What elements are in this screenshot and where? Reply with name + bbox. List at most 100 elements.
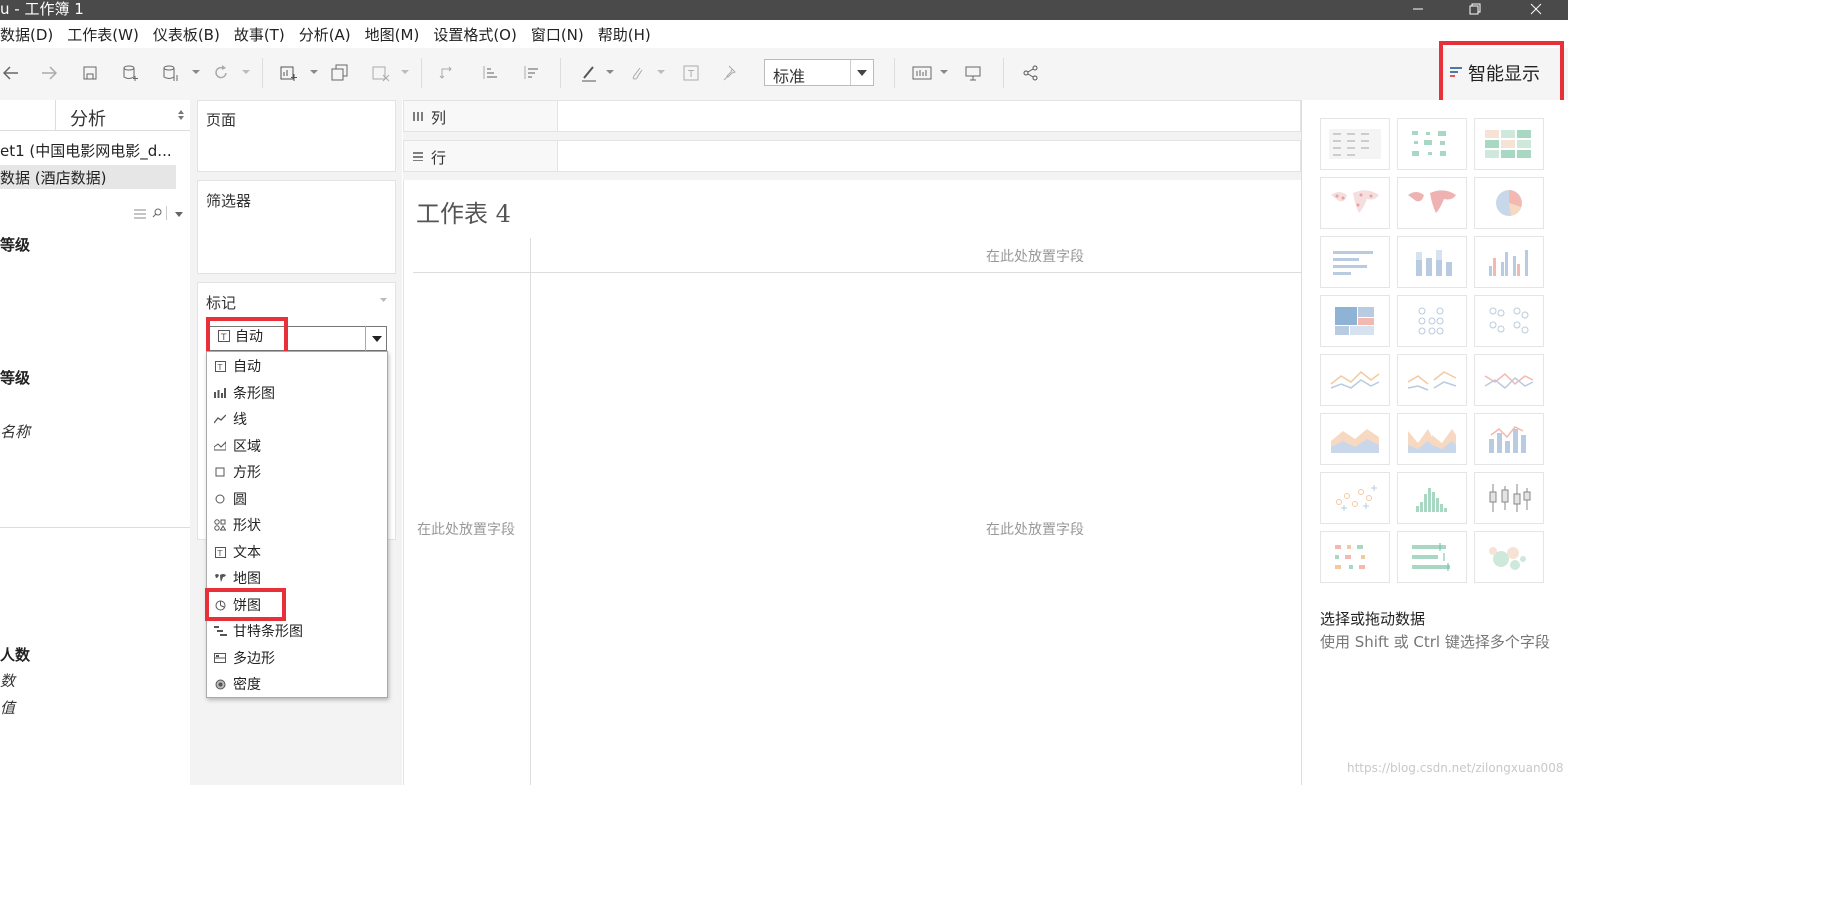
close-icon[interactable] <box>1516 0 1556 18</box>
share-icon[interactable] <box>1020 62 1042 84</box>
chart-option-symbol-map[interactable] <box>1320 177 1390 229</box>
worksheet-title[interactable]: 工作表 4 <box>416 194 511 229</box>
view-size-select[interactable]: 标准 <box>764 59 874 86</box>
mark-type-selected-highlight[interactable]: T 自动 <box>206 317 288 355</box>
chart-option-text-table[interactable] <box>1320 118 1390 170</box>
measure-field[interactable]: 值 <box>0 697 15 718</box>
chart-option-area-continuous[interactable] <box>1320 413 1390 465</box>
mark-option-density[interactable]: 密度 <box>213 671 261 697</box>
drop-zone-columns[interactable]: 在此处放置字段 <box>986 246 1084 266</box>
dimension-field[interactable]: 等级 <box>0 234 30 255</box>
dimension-field[interactable]: 名称 <box>0 421 30 442</box>
chart-option-bullet-graph[interactable] <box>1397 531 1467 583</box>
mark-option-polygon[interactable]: 多边形 <box>213 645 275 671</box>
menu-story[interactable]: 故事(T) <box>234 24 285 45</box>
duplicate-sheet-icon[interactable] <box>329 62 351 84</box>
menu-map[interactable]: 地图(M) <box>365 24 420 45</box>
chart-option-dual-combination[interactable] <box>1474 413 1544 465</box>
mark-option-text[interactable]: T 文本 <box>213 539 261 565</box>
search-icon[interactable] <box>152 208 162 218</box>
chart-option-dual-lines[interactable] <box>1474 354 1544 406</box>
mark-option-circle[interactable]: 圆 <box>213 486 247 512</box>
sort-ascending-icon[interactable] <box>479 62 501 84</box>
chart-option-box-plot[interactable] <box>1474 472 1544 524</box>
area-discrete-icon <box>1408 429 1456 453</box>
chart-option-side-by-side-circles[interactable] <box>1474 295 1544 347</box>
chevron-down-icon[interactable] <box>606 68 614 76</box>
menu-window[interactable]: 窗口(N) <box>531 24 584 45</box>
mark-option-auto[interactable]: T 自动 <box>213 353 261 379</box>
back-arrow-icon[interactable] <box>0 62 22 84</box>
save-icon[interactable] <box>79 62 101 84</box>
chevron-down-icon[interactable] <box>940 68 948 76</box>
menu-data[interactable]: 数据(D) <box>0 24 53 45</box>
chevron-down-icon[interactable] <box>242 68 250 76</box>
refresh-icon[interactable] <box>210 62 232 84</box>
view-list-icon[interactable] <box>134 209 146 219</box>
chevron-down-icon[interactable] <box>192 68 200 76</box>
chart-option-packed-bubbles[interactable] <box>1474 531 1544 583</box>
mark-option-bar[interactable]: 条形图 <box>213 380 275 406</box>
chart-option-pie[interactable] <box>1474 177 1544 229</box>
chart-option-side-by-side-bars[interactable] <box>1474 236 1544 288</box>
menu-dashboard[interactable]: 仪表板(B) <box>153 24 220 45</box>
chart-option-horizontal-bars[interactable] <box>1320 236 1390 288</box>
text-label-icon[interactable]: T <box>680 62 702 84</box>
dimension-field[interactable]: 等级 <box>0 367 30 388</box>
minimize-icon[interactable] <box>1398 0 1438 18</box>
chevron-down-icon[interactable] <box>380 298 387 302</box>
measure-field[interactable]: 人数 <box>0 644 30 665</box>
forward-arrow-icon[interactable] <box>38 62 60 84</box>
menu-analysis[interactable]: 分析(A) <box>299 24 351 45</box>
chart-option-circle-views[interactable] <box>1397 295 1467 347</box>
presentation-mode-icon[interactable] <box>962 62 984 84</box>
filters-card[interactable]: 筛选器 <box>197 180 396 274</box>
new-datasource-icon[interactable] <box>120 62 142 84</box>
sort-descending-icon[interactable] <box>520 62 542 84</box>
chart-option-gantt[interactable] <box>1320 531 1390 583</box>
show-cards-icon[interactable] <box>911 62 933 84</box>
paperclip-icon[interactable] <box>626 62 648 84</box>
highlight-pen-icon[interactable] <box>578 62 600 84</box>
chart-option-histogram[interactable] <box>1397 472 1467 524</box>
columns-shelf[interactable]: 列 <box>403 100 1301 132</box>
chart-option-highlight-table[interactable] <box>1474 118 1544 170</box>
chart-option-area-discrete[interactable] <box>1397 413 1467 465</box>
chart-option-heatmap[interactable] <box>1397 118 1467 170</box>
menu-format[interactable]: 设置格式(O) <box>433 24 517 45</box>
chart-option-discrete-lines[interactable] <box>1397 354 1467 406</box>
drop-zone-view[interactable]: 在此处放置字段 <box>986 519 1084 539</box>
chart-option-continuous-lines[interactable] <box>1320 354 1390 406</box>
show-me-button[interactable]: 智能显示 <box>1450 60 1540 86</box>
chart-option-scatter[interactable] <box>1320 472 1390 524</box>
chevron-down-icon[interactable] <box>310 68 318 76</box>
mark-option-area[interactable]: 区域 <box>213 433 261 459</box>
chart-option-filled-map[interactable] <box>1397 177 1467 229</box>
chart-option-treemap[interactable] <box>1320 295 1390 347</box>
toolbar-divider <box>421 58 422 88</box>
swap-rows-columns-icon[interactable] <box>437 62 459 84</box>
mark-option-gantt[interactable]: 甘特条形图 <box>213 618 303 644</box>
menu-help[interactable]: 帮助(H) <box>598 24 651 45</box>
new-worksheet-icon[interactable] <box>278 62 300 84</box>
mark-option-line[interactable]: 线 <box>213 406 247 432</box>
mark-option-shape[interactable]: 形状 <box>213 512 261 538</box>
tab-analysis[interactable]: 分析 <box>55 100 191 130</box>
chevron-down-icon[interactable] <box>657 68 665 76</box>
datasource-item[interactable]: et1 (中国电影网电影_d... <box>0 140 172 161</box>
clear-sheet-icon[interactable] <box>370 62 392 84</box>
chevron-down-icon[interactable] <box>175 212 183 217</box>
pages-card[interactable]: 页面 <box>197 100 396 172</box>
datasource-item-selected[interactable]: 数据 (酒店数据) <box>0 165 176 189</box>
chevron-down-icon[interactable] <box>401 68 409 76</box>
drop-zone-rows[interactable]: 在此处放置字段 <box>417 519 515 539</box>
rows-shelf-label-area: 行 <box>404 141 558 171</box>
pin-icon[interactable] <box>720 62 742 84</box>
rows-shelf[interactable]: 行 <box>403 140 1301 172</box>
measure-field[interactable]: 数 <box>0 670 15 691</box>
pause-datasource-icon[interactable] <box>160 62 182 84</box>
mark-option-square[interactable]: 方形 <box>213 459 261 485</box>
restore-icon[interactable] <box>1455 0 1495 18</box>
menu-worksheet[interactable]: 工作表(W) <box>67 24 139 45</box>
chart-option-stacked-bars[interactable] <box>1397 236 1467 288</box>
